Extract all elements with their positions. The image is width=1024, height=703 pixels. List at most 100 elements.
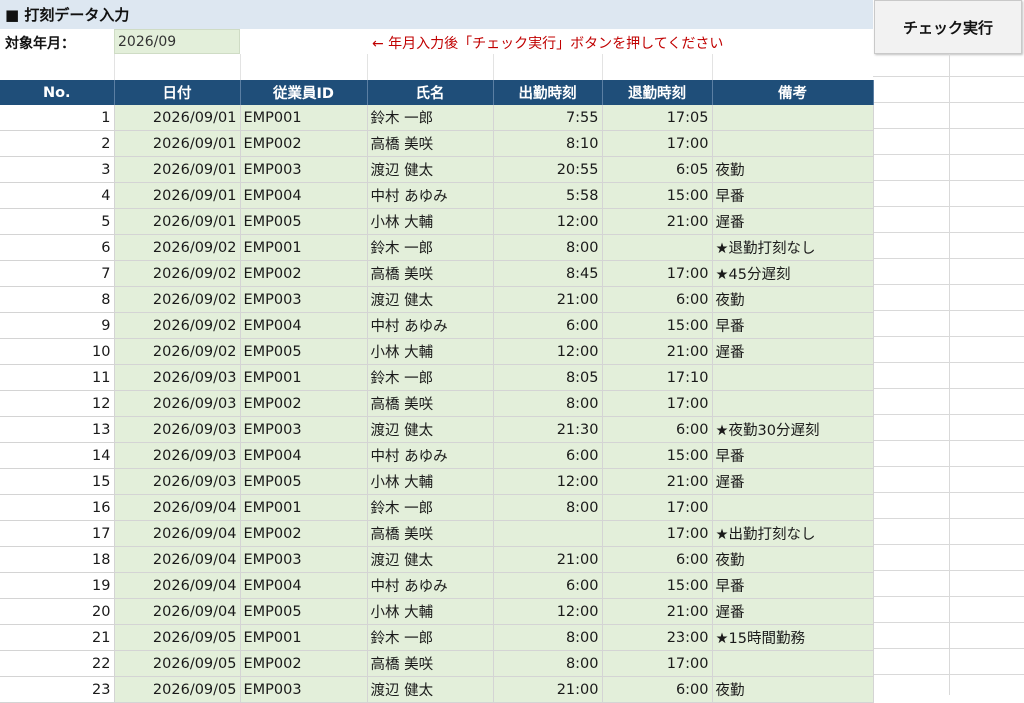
cell-employee-id[interactable]: EMP003 <box>240 416 368 443</box>
cell-name[interactable]: 小林 大輔 <box>367 208 494 235</box>
cell-remarks[interactable] <box>712 105 874 131</box>
cell-remarks[interactable]: ★退勤打刻なし <box>712 234 874 261</box>
cell-clock-out[interactable]: 6:00 <box>602 676 713 703</box>
cell-no[interactable]: 8 <box>0 286 115 313</box>
cell-name[interactable]: 鈴木 一郎 <box>367 624 494 651</box>
cell-date[interactable]: 2026/09/02 <box>114 312 241 339</box>
cell-date[interactable]: 2026/09/01 <box>114 105 241 131</box>
cell-clock-in[interactable]: 6:00 <box>493 572 603 599</box>
cell-clock-out[interactable]: 17:00 <box>602 390 713 417</box>
cell-date[interactable]: 2026/09/02 <box>114 260 241 287</box>
cell-employee-id[interactable]: EMP005 <box>240 468 368 495</box>
cell-name[interactable]: 鈴木 一郎 <box>367 105 494 131</box>
cell-name[interactable]: 渡辺 健太 <box>367 286 494 313</box>
cell-no[interactable]: 20 <box>0 598 115 625</box>
cell-date[interactable]: 2026/09/01 <box>114 130 241 157</box>
cell-remarks[interactable]: 早番 <box>712 442 874 469</box>
cell-remarks[interactable] <box>712 650 874 677</box>
cell-clock-out[interactable]: 21:00 <box>602 208 713 235</box>
cell-name[interactable]: 高橋 美咲 <box>367 650 494 677</box>
cell-employee-id[interactable]: EMP002 <box>240 130 368 157</box>
cell-date[interactable]: 2026/09/04 <box>114 598 241 625</box>
cell-clock-in[interactable]: 21:00 <box>493 546 603 573</box>
cell-employee-id[interactable]: EMP004 <box>240 312 368 339</box>
cell-employee-id[interactable]: EMP005 <box>240 598 368 625</box>
cell-date[interactable]: 2026/09/02 <box>114 338 241 365</box>
cell-date[interactable]: 2026/09/03 <box>114 442 241 469</box>
cell-name[interactable]: 中村 あゆみ <box>367 312 494 339</box>
cell-name[interactable]: 高橋 美咲 <box>367 390 494 417</box>
cell-clock-out[interactable]: 17:00 <box>602 260 713 287</box>
cell-clock-out[interactable]: 17:00 <box>602 494 713 521</box>
cell-name[interactable]: 中村 あゆみ <box>367 182 494 209</box>
cell-date[interactable]: 2026/09/01 <box>114 182 241 209</box>
cell-remarks[interactable] <box>712 364 874 391</box>
cell-remarks[interactable]: 遅番 <box>712 338 874 365</box>
cell-no[interactable]: 18 <box>0 546 115 573</box>
cell-no[interactable]: 17 <box>0 520 115 547</box>
cell-employee-id[interactable]: EMP003 <box>240 546 368 573</box>
cell-date[interactable]: 2026/09/03 <box>114 468 241 495</box>
cell-employee-id[interactable]: EMP005 <box>240 208 368 235</box>
target-month-input[interactable]: 2026/09 <box>114 29 240 54</box>
cell-clock-out[interactable]: 17:10 <box>602 364 713 391</box>
header-remarks[interactable]: 備考 <box>712 80 874 105</box>
cell-remarks[interactable]: 夜勤 <box>712 546 874 573</box>
cell-clock-out[interactable]: 23:00 <box>602 624 713 651</box>
cell-no[interactable]: 10 <box>0 338 115 365</box>
cell-name[interactable]: 高橋 美咲 <box>367 260 494 287</box>
cell-employee-id[interactable]: EMP004 <box>240 572 368 599</box>
cell-clock-in[interactable]: 8:10 <box>493 130 603 157</box>
cell-date[interactable]: 2026/09/05 <box>114 624 241 651</box>
cell-clock-out[interactable]: 6:05 <box>602 156 713 183</box>
cell-no[interactable]: 4 <box>0 182 115 209</box>
cell-name[interactable]: 渡辺 健太 <box>367 676 494 703</box>
cell-remarks[interactable] <box>712 390 874 417</box>
cell-remarks[interactable]: 遅番 <box>712 468 874 495</box>
cell-date[interactable]: 2026/09/05 <box>114 650 241 677</box>
cell-clock-out[interactable]: 15:00 <box>602 442 713 469</box>
cell-clock-in[interactable]: 12:00 <box>493 338 603 365</box>
cell-name[interactable]: 渡辺 健太 <box>367 546 494 573</box>
cell-clock-in[interactable]: 6:00 <box>493 442 603 469</box>
cell-no[interactable]: 6 <box>0 234 115 261</box>
cell-clock-in[interactable]: 8:00 <box>493 624 603 651</box>
cell-remarks[interactable]: 夜勤 <box>712 286 874 313</box>
cell-clock-out[interactable]: 15:00 <box>602 182 713 209</box>
cell-employee-id[interactable]: EMP005 <box>240 338 368 365</box>
cell-date[interactable]: 2026/09/01 <box>114 156 241 183</box>
cell-clock-in[interactable]: 7:55 <box>493 105 603 131</box>
cell-no[interactable]: 2 <box>0 130 115 157</box>
cell-date[interactable]: 2026/09/01 <box>114 208 241 235</box>
cell-clock-in[interactable]: 21:00 <box>493 676 603 703</box>
cell-name[interactable]: 鈴木 一郎 <box>367 234 494 261</box>
cell-name[interactable]: 小林 大輔 <box>367 598 494 625</box>
cell-clock-in[interactable]: 12:00 <box>493 208 603 235</box>
header-name[interactable]: 氏名 <box>367 80 494 105</box>
cell-employee-id[interactable]: EMP002 <box>240 260 368 287</box>
cell-clock-in[interactable]: 5:58 <box>493 182 603 209</box>
cell-clock-out[interactable]: 6:00 <box>602 416 713 443</box>
cell-employee-id[interactable]: EMP001 <box>240 105 368 131</box>
cell-employee-id[interactable]: EMP001 <box>240 364 368 391</box>
cell-date[interactable]: 2026/09/04 <box>114 520 241 547</box>
cell-no[interactable]: 22 <box>0 650 115 677</box>
cell-date[interactable]: 2026/09/04 <box>114 546 241 573</box>
cell-remarks[interactable]: 夜勤 <box>712 676 874 703</box>
cell-name[interactable]: 中村 あゆみ <box>367 572 494 599</box>
cell-date[interactable]: 2026/09/03 <box>114 390 241 417</box>
cell-clock-in[interactable]: 12:00 <box>493 598 603 625</box>
cell-employee-id[interactable]: EMP004 <box>240 182 368 209</box>
cell-no[interactable]: 7 <box>0 260 115 287</box>
cell-clock-in[interactable]: 8:00 <box>493 390 603 417</box>
cell-clock-out[interactable]: 21:00 <box>602 598 713 625</box>
cell-no[interactable]: 21 <box>0 624 115 651</box>
cell-date[interactable]: 2026/09/03 <box>114 416 241 443</box>
cell-clock-out[interactable]: 21:00 <box>602 468 713 495</box>
cell-remarks[interactable]: ★出勤打刻なし <box>712 520 874 547</box>
cell-clock-out[interactable]: 17:00 <box>602 650 713 677</box>
cell-clock-out[interactable]: 17:00 <box>602 520 713 547</box>
cell-name[interactable]: 鈴木 一郎 <box>367 494 494 521</box>
header-no[interactable]: No. <box>0 80 115 105</box>
cell-no[interactable]: 14 <box>0 442 115 469</box>
